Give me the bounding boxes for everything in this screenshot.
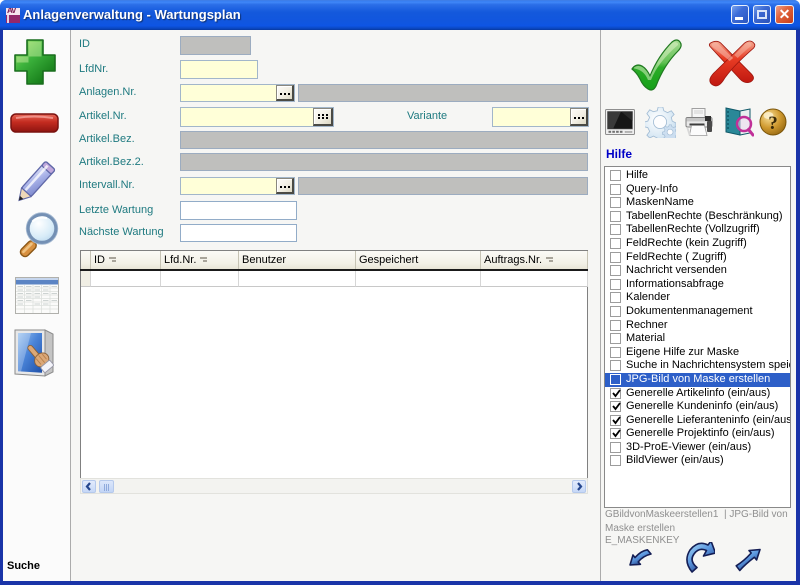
svg-text:?: ? bbox=[768, 113, 778, 134]
